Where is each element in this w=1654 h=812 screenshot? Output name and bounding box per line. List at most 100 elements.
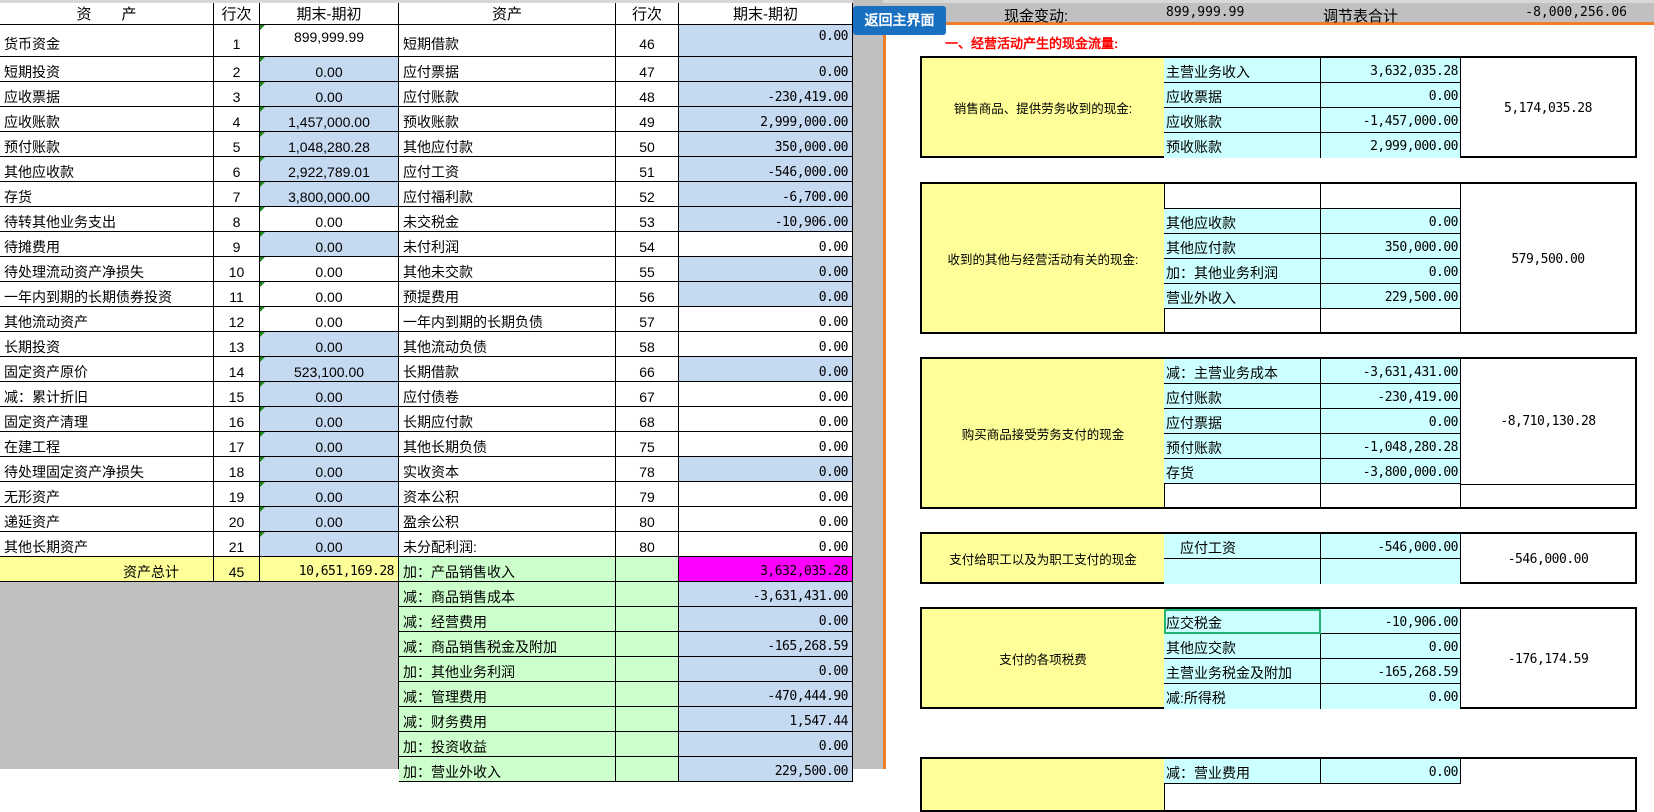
asset-value-cell[interactable]: 1,457,000.00 xyxy=(260,107,399,132)
profit-item-value[interactable]: -165,268.59 xyxy=(679,632,853,657)
cash-flow-item-name[interactable] xyxy=(1164,184,1321,209)
cash-flow-item-name[interactable]: 预付账款 xyxy=(1164,434,1321,459)
asset-value-cell[interactable]: 523,100.00 xyxy=(260,357,399,382)
asset-value-cell[interactable]: 2,922,789.01 xyxy=(260,157,399,182)
liability-value-cell[interactable]: 0.00 xyxy=(679,507,853,532)
back-to-main-button[interactable]: 返回主界面 xyxy=(853,6,946,35)
cash-flow-item-value[interactable]: 2,999,000.00 xyxy=(1321,133,1461,158)
cash-flow-item-name[interactable]: 减：主营业务成本 xyxy=(1164,359,1321,384)
product-sales-revenue-value[interactable]: 3,632,035.28 xyxy=(679,557,853,582)
liability-value-cell[interactable]: 0.00 xyxy=(679,457,853,482)
cash-flow-item-name[interactable]: 主营业务税金及附加 xyxy=(1164,659,1321,684)
asset-value-cell[interactable]: 0.00 xyxy=(260,207,399,232)
cash-flow-item-value[interactable]: 0.00 xyxy=(1321,759,1461,784)
cash-flow-item-value[interactable]: -546,000.00 xyxy=(1321,534,1461,559)
cash-flow-item-value[interactable]: 0.00 xyxy=(1321,83,1461,108)
cash-flow-item-value[interactable] xyxy=(1321,184,1461,209)
liability-value-cell[interactable]: 2,999,000.00 xyxy=(679,107,853,132)
profit-item-value[interactable]: -470,444.90 xyxy=(679,682,853,707)
cash-flow-item-name[interactable]: 其他应收款 xyxy=(1164,209,1321,234)
asset-value-cell[interactable]: 0.00 xyxy=(260,407,399,432)
asset-value-cell[interactable]: 0.00 xyxy=(260,232,399,257)
cash-flow-item-name[interactable]: 应付账款 xyxy=(1164,384,1321,409)
cash-flow-item-value[interactable]: -1,048,280.28 xyxy=(1321,434,1461,459)
asset-value-cell[interactable]: 0.00 xyxy=(260,532,399,557)
cash-flow-item-value[interactable] xyxy=(1321,309,1461,334)
asset-value-cell[interactable]: 0.00 xyxy=(260,307,399,332)
liability-value-cell[interactable]: 350,000.00 xyxy=(679,132,853,157)
liability-value-cell[interactable]: 0.00 xyxy=(679,432,853,457)
asset-value-cell[interactable]: 0.00 xyxy=(260,257,399,282)
asset-value-cell[interactable]: 1,048,280.28 xyxy=(260,132,399,157)
cash-flow-item-value[interactable] xyxy=(1321,559,1461,584)
asset-total-value[interactable]: 10,651,169.28 xyxy=(260,557,399,582)
profit-item-value[interactable]: -3,631,431.00 xyxy=(679,582,853,607)
liability-value-cell[interactable]: -10,906.00 xyxy=(679,207,853,232)
cash-flow-item-value[interactable]: 229,500.00 xyxy=(1321,284,1461,309)
liability-value-cell[interactable]: 0.00 xyxy=(679,25,853,57)
cash-flow-item-name[interactable]: 应收账款 xyxy=(1164,108,1321,133)
sheet-separator xyxy=(853,0,883,769)
cash-flow-item-value[interactable]: 0.00 xyxy=(1321,634,1461,659)
liability-value-cell[interactable]: 0.00 xyxy=(679,232,853,257)
asset-value-cell[interactable]: 0.00 xyxy=(260,282,399,307)
cash-flow-item-name[interactable]: 加：其他业务利润 xyxy=(1164,259,1321,284)
cash-flow-item-name[interactable]: 应付工资 xyxy=(1164,534,1321,559)
cash-flow-item-value[interactable]: -3,800,000.00 xyxy=(1321,459,1461,484)
cash-flow-item-value[interactable]: -1,457,000.00 xyxy=(1321,108,1461,133)
asset-value-cell[interactable]: 0.00 xyxy=(260,457,399,482)
cash-flow-item-value[interactable] xyxy=(1321,484,1461,509)
liability-value-cell[interactable]: 0.00 xyxy=(679,257,853,282)
liability-value-cell[interactable]: 0.00 xyxy=(679,357,853,382)
cash-flow-item-name[interactable]: 减:所得税 xyxy=(1164,684,1321,709)
liability-value-cell[interactable]: 0.00 xyxy=(679,482,853,507)
cash-flow-item-name[interactable]: 应收票据 xyxy=(1164,83,1321,108)
profit-item-value[interactable]: 0.00 xyxy=(679,732,853,757)
cash-flow-item-value[interactable]: 3,632,035.28 xyxy=(1321,58,1461,83)
cash-flow-item-value[interactable]: 0.00 xyxy=(1321,259,1461,284)
cash-flow-item-name[interactable]: 存货 xyxy=(1164,459,1321,484)
cash-flow-item-value[interactable]: 0.00 xyxy=(1321,684,1461,709)
asset-value-cell[interactable]: 0.00 xyxy=(260,57,399,82)
liability-value-cell[interactable]: 0.00 xyxy=(679,332,853,357)
cash-flow-item-value[interactable]: 0.00 xyxy=(1321,409,1461,434)
cash-flow-item-name[interactable] xyxy=(1164,484,1321,509)
cash-flow-item-value[interactable]: -165,268.59 xyxy=(1321,659,1461,684)
cash-flow-item-name[interactable]: 减：营业费用 xyxy=(1164,759,1321,784)
cash-flow-item-name[interactable] xyxy=(1164,559,1321,584)
liability-value-cell[interactable]: 0.00 xyxy=(679,382,853,407)
asset-value-cell[interactable]: 0.00 xyxy=(260,82,399,107)
liability-value-cell[interactable]: 0.00 xyxy=(679,282,853,307)
cash-flow-item-name[interactable]: 其他应交款 xyxy=(1164,634,1321,659)
profit-item-value[interactable]: 0.00 xyxy=(679,607,853,632)
cash-flow-item-value[interactable]: -3,631,431.00 xyxy=(1321,359,1461,384)
liability-value-cell[interactable]: 0.00 xyxy=(679,57,853,82)
liability-value-cell[interactable]: -6,700.00 xyxy=(679,182,853,207)
profit-item-value[interactable]: 0.00 xyxy=(679,657,853,682)
cash-flow-item-value[interactable]: -230,419.00 xyxy=(1321,384,1461,409)
cash-flow-item-value[interactable]: -10,906.00 xyxy=(1321,609,1461,634)
cash-flow-item-name[interactable]: 应付票据 xyxy=(1164,409,1321,434)
cash-flow-item-name[interactable]: 主营业务收入 xyxy=(1164,58,1321,83)
cash-flow-item-name[interactable] xyxy=(1164,309,1321,334)
asset-value-cell[interactable]: 0.00 xyxy=(260,382,399,407)
liability-value-cell[interactable]: 0.00 xyxy=(679,532,853,557)
cash-flow-item-name[interactable]: 其他应付款 xyxy=(1164,234,1321,259)
profit-item-value[interactable]: 229,500.00 xyxy=(679,757,853,782)
asset-value-cell[interactable]: 0.00 xyxy=(260,332,399,357)
liability-value-cell[interactable]: 0.00 xyxy=(679,307,853,332)
liability-value-cell[interactable]: -230,419.00 xyxy=(679,82,853,107)
liability-value-cell[interactable]: -546,000.00 xyxy=(679,157,853,182)
asset-value-cell[interactable]: 899,999.99 xyxy=(260,25,399,57)
cash-flow-item-value[interactable]: 0.00 xyxy=(1321,209,1461,234)
profit-item-value[interactable]: 1,547.44 xyxy=(679,707,853,732)
asset-value-cell[interactable]: 3,800,000.00 xyxy=(260,182,399,207)
cash-flow-item-name[interactable]: 营业外收入 xyxy=(1164,284,1321,309)
asset-value-cell[interactable]: 0.00 xyxy=(260,432,399,457)
liability-value-cell[interactable]: 0.00 xyxy=(679,407,853,432)
asset-value-cell[interactable]: 0.00 xyxy=(260,482,399,507)
cash-flow-item-value[interactable]: 350,000.00 xyxy=(1321,234,1461,259)
asset-value-cell[interactable]: 0.00 xyxy=(260,507,399,532)
cash-flow-item-name[interactable]: 应交税金 xyxy=(1164,609,1321,634)
cash-flow-item-name[interactable]: 预收账款 xyxy=(1164,133,1321,158)
